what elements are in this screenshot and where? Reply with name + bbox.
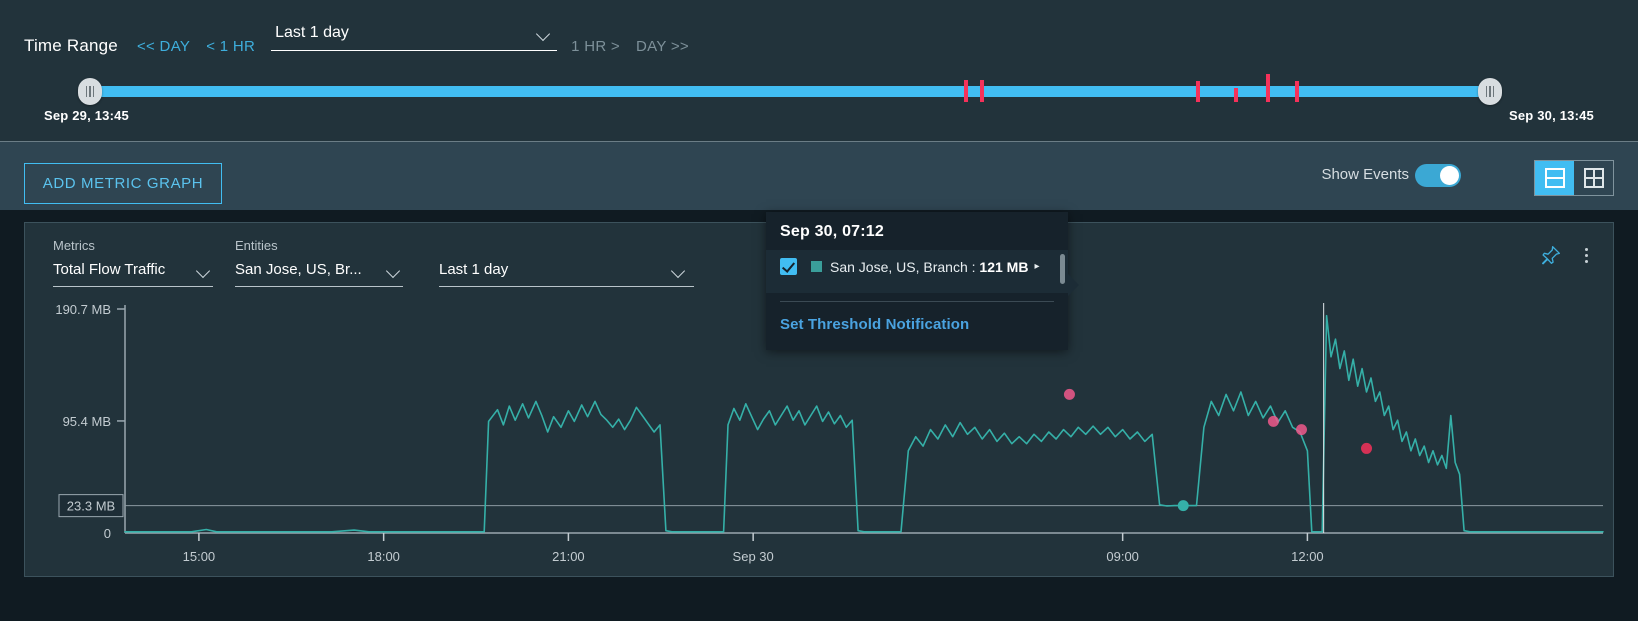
y-axis-tick-label: 190.7 MB: [55, 302, 111, 317]
x-axis-tick-label: 21:00: [552, 549, 585, 564]
y-axis-tick-label: 95.4 MB: [63, 414, 111, 429]
tooltip-timestamp: Sep 30, 07:12: [780, 223, 884, 240]
graph-range-select-value: Last 1 day: [439, 261, 509, 278]
prev-hour-button[interactable]: < 1 HR: [206, 38, 255, 55]
slider-track[interactable]: [90, 86, 1490, 97]
tooltip-scrollbar[interactable]: [1060, 254, 1065, 284]
tooltip-series-row: San Jose, US, Branch : 121 MB ▸: [766, 258, 1068, 275]
time-range-panel: Time Range << DAY < 1 HR Last 1 day 1 HR…: [0, 0, 1638, 142]
metrics-select-value: Total Flow Traffic: [53, 261, 166, 278]
graphs-toolbar: ADD METRIC GRAPH Show Events: [0, 142, 1638, 210]
slider-event-marker[interactable]: [1266, 74, 1270, 102]
entities-select-value: San Jose, US, Br...: [235, 261, 362, 278]
graph-selectors: Metrics Total Flow Traffic Entities San …: [53, 238, 716, 287]
chart-data-point[interactable]: [1295, 424, 1307, 436]
metrics-label: Metrics: [53, 238, 95, 253]
range-start-label: Sep 29, 13:45: [44, 108, 129, 123]
metrics-select[interactable]: Total Flow Traffic: [53, 261, 213, 287]
graph-range-label: [439, 238, 694, 253]
x-axis-tick-label: 18:00: [367, 549, 400, 564]
layout-rows-button[interactable]: [1535, 161, 1574, 195]
show-events-toggle[interactable]: [1415, 164, 1461, 187]
time-range-select-value: Last 1 day: [275, 24, 349, 41]
entities-selector-block: Entities San Jose, US, Br...: [235, 238, 403, 287]
y-axis-tick-label: 0: [104, 526, 111, 541]
card-action-icons: [1541, 245, 1595, 265]
set-threshold-notification-link[interactable]: Set Threshold Notification: [766, 302, 1068, 333]
layout-rows-icon: [1544, 168, 1565, 188]
chart-data-point[interactable]: [1267, 415, 1279, 427]
slider-event-marker[interactable]: [1196, 81, 1200, 102]
threshold-label: 23.3 MB: [67, 499, 115, 514]
time-range-slider[interactable]: [78, 74, 1502, 105]
toggle-knob: [1440, 166, 1459, 185]
slider-handle-start[interactable]: [78, 78, 102, 105]
tooltip-series-body: San Jose, US, Branch : 121 MB ▸: [766, 250, 1068, 293]
chart-data-point[interactable]: [1063, 388, 1075, 400]
pin-icon[interactable]: [1541, 245, 1561, 265]
tooltip-series-name: San Jose, US, Branch: [830, 258, 968, 275]
show-events-label: Show Events: [1321, 166, 1409, 183]
chevron-down-icon: [388, 266, 401, 274]
chevron-down-icon: [673, 266, 686, 274]
layout-grid-icon: [1583, 168, 1604, 188]
tooltip-series-color-swatch: [811, 261, 822, 272]
chart-data-point[interactable]: [1177, 500, 1189, 512]
tooltip-pointer: [1068, 274, 1079, 296]
tooltip-expand-arrow-icon[interactable]: ▸: [1034, 261, 1039, 272]
slider-event-marker[interactable]: [963, 80, 968, 102]
chart-tooltip: Sep 30, 07:12 San Jose, US, Branch : 121…: [766, 212, 1079, 350]
slider-event-marker[interactable]: [1295, 81, 1300, 102]
slider-event-marker[interactable]: [1233, 88, 1238, 102]
time-range-title: Time Range: [24, 36, 118, 55]
chart-data-point[interactable]: [1361, 442, 1373, 454]
metrics-selector-block: Metrics Total Flow Traffic: [53, 238, 213, 287]
entities-label: Entities: [235, 238, 278, 253]
next-hour-button[interactable]: 1 HR >: [571, 38, 620, 55]
tooltip-series-value: 121 MB: [979, 258, 1029, 275]
x-axis-tick-label: 15:00: [183, 549, 216, 564]
layout-switcher: [1534, 160, 1614, 196]
chevron-down-icon: [538, 29, 551, 37]
time-range-select[interactable]: Last 1 day: [271, 24, 558, 51]
entities-select[interactable]: San Jose, US, Br...: [235, 261, 403, 287]
slider-handle-end[interactable]: [1478, 78, 1502, 105]
prev-day-button[interactable]: << DAY: [137, 38, 190, 55]
x-axis-tick-label: 09:00: [1106, 549, 1139, 564]
tooltip-series-separator: :: [967, 258, 980, 275]
x-axis-tick-label: 12:00: [1291, 549, 1324, 564]
range-end-label: Sep 30, 13:45: [1509, 108, 1594, 123]
layout-grid-button[interactable]: [1574, 161, 1613, 195]
chevron-down-icon: [198, 266, 211, 274]
time-range-controls: Time Range << DAY < 1 HR Last 1 day 1 HR…: [24, 24, 705, 56]
graph-range-select[interactable]: Last 1 day: [439, 261, 694, 287]
graph-range-selector-block: Last 1 day: [439, 238, 694, 287]
add-metric-graph-button[interactable]: ADD METRIC GRAPH: [24, 163, 222, 204]
tooltip-series-text: San Jose, US, Branch : 121 MB: [830, 259, 1028, 275]
kebab-menu-icon[interactable]: [1577, 245, 1595, 265]
x-axis-tick-label: Sep 30: [733, 549, 774, 564]
next-day-button[interactable]: DAY >>: [636, 38, 689, 55]
slider-event-marker[interactable]: [980, 80, 985, 102]
tooltip-series-checkbox[interactable]: [780, 258, 797, 275]
